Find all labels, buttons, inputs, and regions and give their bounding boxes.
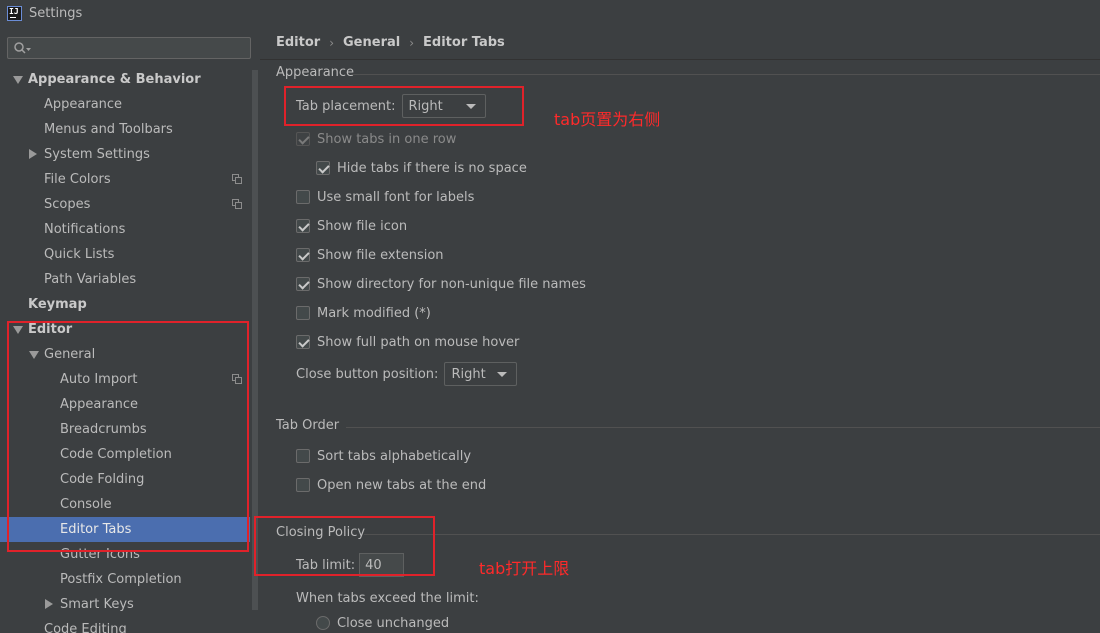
close-button-row: Close button position: Right xyxy=(296,362,518,386)
radio-close-unchanged[interactable]: Close unchanged xyxy=(316,612,449,633)
section-divider xyxy=(346,427,1100,428)
checkbox-label: Show tabs in one row xyxy=(317,131,457,147)
sidebar-item-label: Scopes xyxy=(44,197,91,212)
sidebar-item[interactable]: Appearance & Behavior xyxy=(0,67,250,92)
checkbox-label: Show file extension xyxy=(317,247,444,263)
sidebar-item[interactable]: File Colors xyxy=(0,167,250,192)
section-divider xyxy=(364,534,1100,535)
expand-arrow-icon[interactable] xyxy=(13,76,23,84)
annotation-box-editor-tree xyxy=(7,321,249,552)
checkbox-label: Show full path on mouse hover xyxy=(317,334,520,350)
section-divider xyxy=(352,74,1100,75)
checkbox[interactable] xyxy=(296,219,310,233)
annotation-box-tab-placement xyxy=(284,86,524,126)
sidebar-item-label: Postfix Completion xyxy=(60,572,182,587)
checkbox[interactable] xyxy=(296,248,310,262)
checkbox-option[interactable]: Show file icon xyxy=(296,215,407,237)
annotation-note-placement: tab页置为右侧 xyxy=(554,110,661,129)
checkbox-option: Show tabs in one row xyxy=(296,128,456,150)
checkbox[interactable] xyxy=(296,335,310,349)
annotation-note-limit: tab打开上限 xyxy=(479,559,570,578)
sidebar-item-label: System Settings xyxy=(44,147,150,162)
checkbox[interactable] xyxy=(296,277,310,291)
breadcrumb-editor[interactable]: Editor xyxy=(276,35,320,50)
checkbox xyxy=(296,132,310,146)
checkbox-label: Show directory for non-unique file names xyxy=(317,276,586,292)
sidebar-item-label: Keymap xyxy=(28,297,87,312)
checkbox[interactable] xyxy=(296,478,310,492)
checkbox-option[interactable]: Sort tabs alphabetically xyxy=(296,445,471,467)
sidebar-item-label: Appearance xyxy=(44,97,123,112)
collapse-arrow-icon[interactable] xyxy=(45,599,53,609)
window-title: Settings xyxy=(29,5,83,21)
sidebar-item[interactable]: Menus and Toolbars xyxy=(0,117,250,142)
checkbox-option[interactable]: Show directory for non-unique file names xyxy=(296,273,586,295)
breadcrumb: Editor › General › Editor Tabs xyxy=(260,26,1100,60)
checkbox-label: Hide tabs if there is no space xyxy=(337,160,527,176)
checkbox-option[interactable]: Open new tabs at the end xyxy=(296,474,486,496)
sidebar-item-label: Appearance & Behavior xyxy=(28,72,201,87)
sidebar-item[interactable]: Path Variables xyxy=(0,267,250,292)
search-input[interactable] xyxy=(7,37,251,59)
sidebar-item[interactable]: Smart Keys xyxy=(0,592,250,617)
radio-button[interactable] xyxy=(316,616,330,630)
chevron-down-icon xyxy=(497,372,508,377)
collapse-arrow-icon[interactable] xyxy=(29,149,37,159)
sidebar-item-label: Code Editing xyxy=(44,622,127,633)
sidebar-item[interactable]: Quick Lists xyxy=(0,242,250,267)
sidebar-item[interactable]: Notifications xyxy=(0,217,250,242)
project-scope-icon xyxy=(232,199,242,209)
sidebar-item[interactable]: Scopes xyxy=(0,192,250,217)
breadcrumb-separator: › xyxy=(409,35,415,50)
checkbox-label: Open new tabs at the end xyxy=(317,477,487,493)
sidebar-item-label: Notifications xyxy=(44,222,126,237)
checkbox[interactable] xyxy=(296,449,310,463)
appearance-section-title: Appearance xyxy=(276,65,355,80)
sidebar-item[interactable]: Appearance xyxy=(0,92,250,117)
radio-close-unchanged-label: Close unchanged xyxy=(337,615,450,631)
exceed-limit-label: When tabs exceed the limit: xyxy=(296,590,479,606)
checkbox-option[interactable]: Use small font for labels xyxy=(296,186,474,208)
sidebar-item[interactable]: Keymap xyxy=(0,292,250,317)
sidebar-item[interactable]: System Settings xyxy=(0,142,250,167)
sidebar-item-label: Menus and Toolbars xyxy=(44,122,173,137)
sidebar-item-label: Quick Lists xyxy=(44,247,115,262)
checkbox-option[interactable]: Show full path on mouse hover xyxy=(296,331,519,353)
exceed-label-row: When tabs exceed the limit: xyxy=(296,587,479,609)
close-button-select[interactable]: Right xyxy=(444,362,518,386)
sidebar-item[interactable]: Postfix Completion xyxy=(0,567,250,592)
sidebar-item[interactable]: Code Editing xyxy=(0,617,250,633)
breadcrumb-separator: › xyxy=(329,35,335,50)
annotation-box-tab-limit xyxy=(254,516,435,576)
checkbox-label: Mark modified (*) xyxy=(317,305,431,321)
tab-order-section-title: Tab Order xyxy=(276,418,340,433)
checkbox-option[interactable]: Show file extension xyxy=(296,244,444,266)
sidebar-item-label: File Colors xyxy=(44,172,111,187)
breadcrumb-general[interactable]: General xyxy=(343,35,400,50)
checkbox[interactable] xyxy=(296,190,310,204)
checkbox-label: Show file icon xyxy=(317,218,408,234)
checkbox-label: Use small font for labels xyxy=(317,189,475,205)
search-icon xyxy=(14,42,31,54)
project-scope-icon xyxy=(232,174,242,184)
checkbox[interactable] xyxy=(316,161,330,175)
checkbox[interactable] xyxy=(296,306,310,320)
checkbox-option[interactable]: Hide tabs if there is no space xyxy=(316,157,527,179)
checkbox-option[interactable]: Mark modified (*) xyxy=(296,302,431,324)
sidebar-item-label: Path Variables xyxy=(44,272,137,287)
breadcrumb-editor-tabs: Editor Tabs xyxy=(423,35,505,50)
sidebar-item-label: Smart Keys xyxy=(60,597,134,612)
close-button-label: Close button position: xyxy=(296,366,439,382)
intellij-logo-icon: IJ xyxy=(7,5,22,21)
checkbox-label: Sort tabs alphabetically xyxy=(317,448,472,464)
